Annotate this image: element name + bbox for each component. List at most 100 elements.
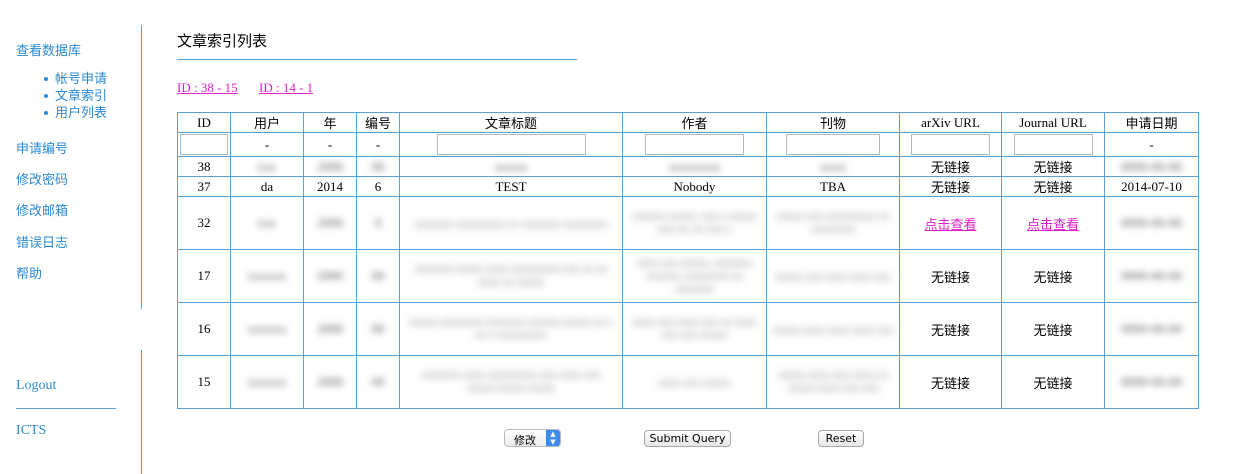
col-header-number[interactable]: 编号 [356,112,400,133]
table-row[interactable]: 37 da 2014 6 TEST Nobody TBA 无链接 无链接 201… [177,176,1199,197]
filter-title-input[interactable] [436,134,586,155]
col-header-arxiv-url[interactable]: arXiv URL [899,112,1002,133]
cell-authors: Nobody [622,176,767,197]
table-row[interactable]: 38 xxx 2000 00 xxxxx xxxxxxxx xxxx 无链接 无… [177,156,1199,177]
icts-link[interactable]: ICTS [16,423,46,439]
sub-nav-user-list[interactable]: 用户列表 [44,105,107,122]
cell-year-redacted: 2000 [303,249,357,303]
cell-user: da [230,176,304,197]
cell-user-redacted: xxxxxx [230,302,304,356]
journal-view-link[interactable]: 点击查看 [1027,218,1079,233]
col-header-year[interactable]: 年 [303,112,357,133]
nav-help[interactable]: 帮助 [16,263,42,282]
cell-arxiv: 无链接 [899,156,1002,177]
cell-journal-redacted: xxxx [766,156,900,177]
submit-query-button[interactable]: Submit Query [644,430,731,447]
cell-journal-url: 无链接 [1001,156,1105,177]
cell-date-redacted: 0000-00-00 [1104,196,1199,250]
sub-nav-article-index[interactable]: 文章索引 [44,88,107,105]
cell-title-redacted: xxxxx [399,156,623,177]
cell-id: 15 [177,355,231,409]
sub-nav-label: 用户列表 [55,106,108,121]
cell-journal-url-link[interactable]: 点击查看 [1001,196,1105,250]
nav-change-password[interactable]: 修改密码 [16,169,68,188]
sub-nav-label: 帐号申请 [55,72,108,87]
col-header-title[interactable]: 文章标题 [399,112,623,133]
table-row[interactable]: 32 xxx 2000 0 xxxxxxx xxxxxxxxx xx xxxxx… [177,196,1199,250]
sidebar: 查看数据库 帐号申请 文章索引 用户列表 申请编号 修改密码 修改邮箱 错误日志… [0,0,141,474]
cell-number-redacted: 00 [356,156,400,177]
sidebar-border-bottom [141,350,142,474]
filter-cell-title [399,132,623,157]
article-index-table: ID 用户 年 编号 文章标题 作者 刊物 arXiv URL Journal … [177,112,1199,409]
cell-journal: TBA [766,176,900,197]
cell-number-redacted: 00 [356,355,400,409]
cell-date-redacted: 0000-00-00 [1104,355,1199,409]
action-select[interactable]: 修改 ▲ ▼ [504,429,561,447]
filter-cell-id [177,132,231,157]
cell-title-redacted: xxxxxxx xxxx xxxxxxxxx xxx xxxx xxx xxxx… [399,355,623,409]
bullet-icon [44,110,48,115]
cell-journal-url: 无链接 [1001,302,1105,356]
logout-link[interactable]: Logout [16,378,56,394]
cell-year-redacted: 2000 [303,355,357,409]
cell-title-redacted: xxxxxxx xxxxxxxxx xx xxxxxxx xxxxxxxx [399,196,623,250]
filter-cell-user: - [230,132,304,157]
nav-error-log[interactable]: 错误日志 [16,232,68,251]
cell-number-redacted: 00 [356,302,400,356]
cell-arxiv: 无链接 [899,355,1002,409]
filter-arxiv-input[interactable] [911,134,990,155]
filter-id-input[interactable] [180,134,228,155]
table-row[interactable]: 15 xxxxxx 2000 00 xxxxxxx xxxx xxxxxxxxx… [177,355,1199,409]
filter-cell-arxiv [899,132,1002,157]
filter-journal-url-input[interactable] [1013,134,1093,155]
cell-title-redacted: xxxxx xxxxxxxx xxxxxxx xxxxxx xxxxx xx x… [399,302,623,356]
col-header-user[interactable]: 用户 [230,112,304,133]
col-header-journal-url[interactable]: Journal URL [1001,112,1105,133]
cell-authors-redacted: xxxx xxx xxxx xxx xx xxxx xxx xxx xxxxx [622,302,767,356]
nav-apply-number[interactable]: 申请编号 [16,138,68,157]
range-link-14-1[interactable]: ID : 14 - 1 [259,80,313,96]
sidebar-border-top [141,25,142,309]
col-header-authors[interactable]: 作者 [622,112,767,133]
cell-journal-url: 无链接 [1001,249,1105,303]
col-header-journal[interactable]: 刊物 [766,112,900,133]
cell-journal-redacted: xxxxx xxxx xxxx xxxx xxx [766,302,900,356]
cell-user-redacted: xxx [230,156,304,177]
range-link-38-15[interactable]: ID : 38 - 15 [177,80,238,96]
nav-view-database[interactable]: 查看数据库 [16,40,81,59]
arxiv-view-link[interactable]: 点击查看 [924,218,976,233]
cell-user-redacted: xxx [230,196,304,250]
table-header-row: ID 用户 年 编号 文章标题 作者 刊物 arXiv URL Journal … [177,112,1199,133]
nav-change-email[interactable]: 修改邮箱 [16,200,68,219]
col-header-id[interactable]: ID [177,112,231,133]
cell-id: 32 [177,196,231,250]
cell-authors-redacted: xxxxxxxx [622,156,767,177]
table-row[interactable]: 16 xxxxxx 2000 00 xxxxx xxxxxxxx xxxxxxx… [177,302,1199,356]
filter-cell-number: - [356,132,400,157]
cell-arxiv: 无链接 [899,249,1002,303]
cell-date: 2014-07-10 [1104,176,1199,197]
sub-nav-list: 帐号申请 文章索引 用户列表 [44,71,107,122]
cell-journal-redacted: xxxxx xxx xxxx xxxx xxx [766,249,900,303]
cell-date-redacted: 0000-00-00 [1104,302,1199,356]
cell-date-redacted: 0000-00-00 [1104,249,1199,303]
cell-journal-redacted: xxxxx xxx xxxxxxxxx xx xxxxxxxx [766,196,900,250]
cell-arxiv: 无链接 [899,176,1002,197]
filter-cell-authors [622,132,767,157]
select-arrows-icon: ▲ ▼ [546,430,560,446]
cell-authors-redacted: xxxxxx xxxxx, xxx x xxxxx xxx xx, xx xxx… [622,196,767,250]
cell-number-redacted: 00 [356,249,400,303]
cell-year-redacted: 2000 [303,196,357,250]
cell-user-redacted: xxxxxx [230,249,304,303]
sub-nav-account-request[interactable]: 帐号申请 [44,71,107,88]
cell-arxiv-link[interactable]: 点击查看 [899,196,1002,250]
reset-button[interactable]: Reset [818,430,864,447]
cell-authors-redacted: xxxx xxx xxxxx [622,355,767,409]
cell-id: 16 [177,302,231,356]
cell-journal-url: 无链接 [1001,176,1105,197]
filter-journal-input[interactable] [786,134,880,155]
filter-authors-input[interactable] [645,134,744,155]
col-header-date[interactable]: 申请日期 [1104,112,1199,133]
table-row[interactable]: 17 xxxxxx 2000 00 xxxxxxx xxxxx xxxx xxx… [177,249,1199,303]
